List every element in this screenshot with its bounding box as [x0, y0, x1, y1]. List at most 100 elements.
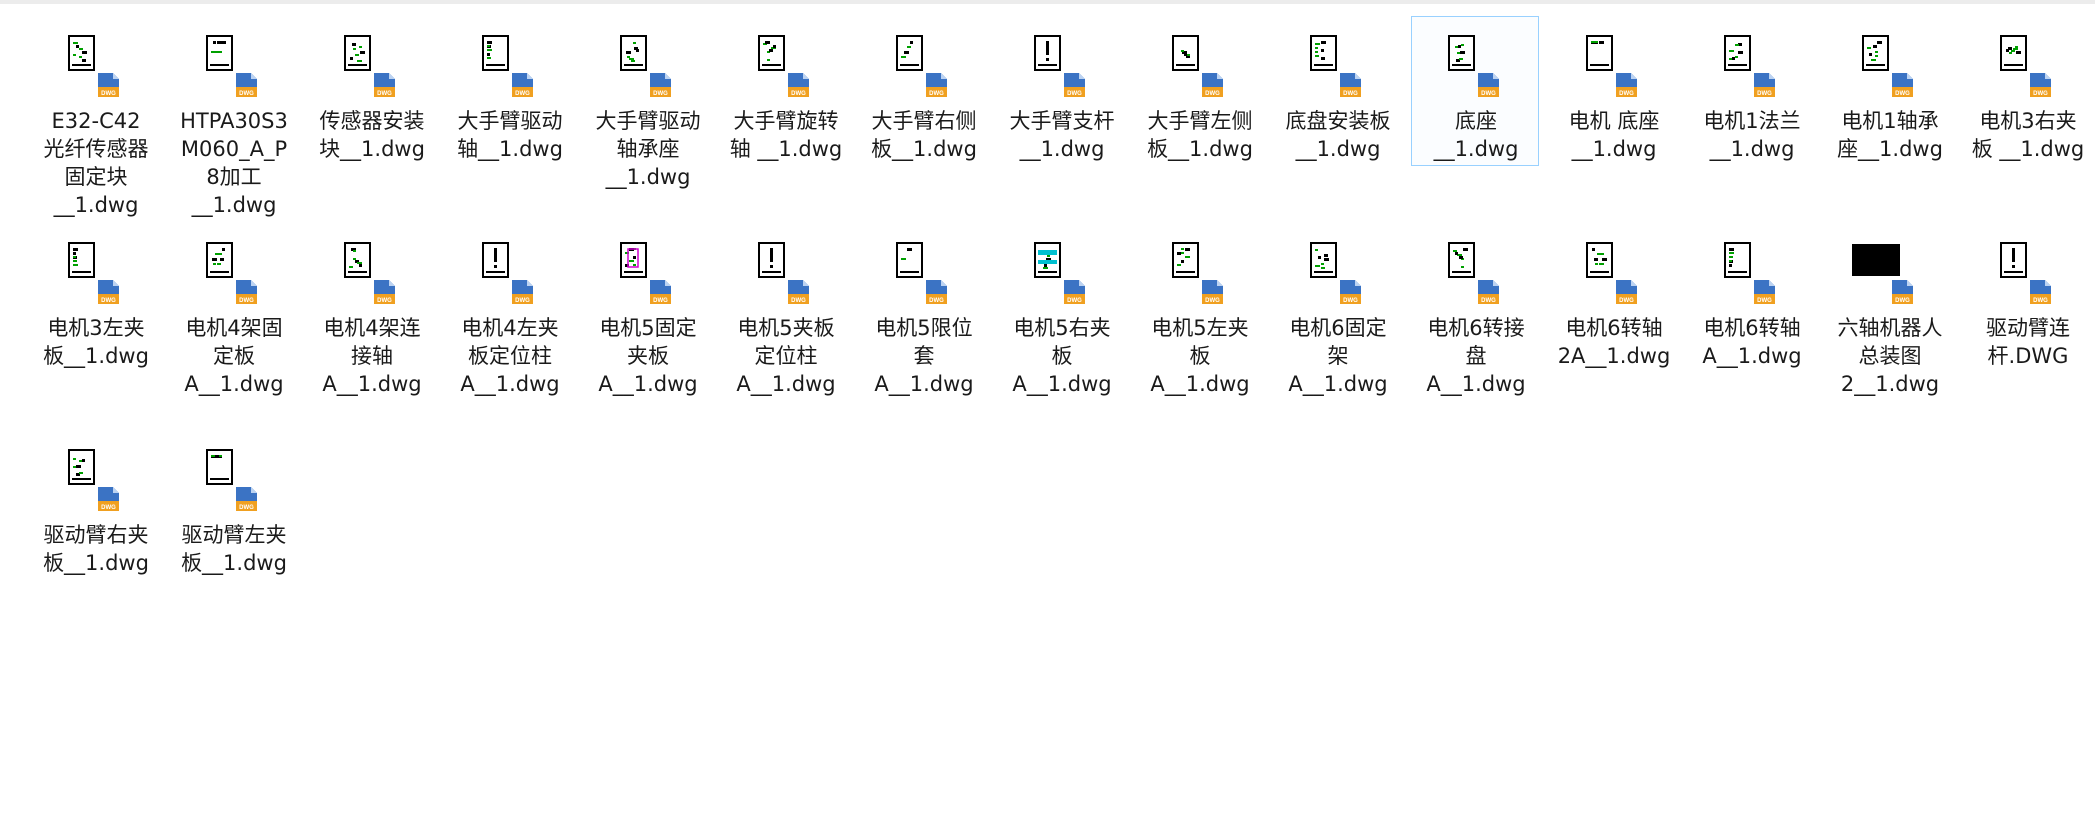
file-item[interactable]: DWG 电机5右夹 板 A__1.dwg	[997, 223, 1125, 396]
drawing-thumbnail	[620, 242, 647, 278]
drawing-preview-icon	[900, 41, 919, 66]
drawing-thumbnail	[620, 35, 647, 71]
file-item[interactable]: DWG 电机4左夹 板定位柱 A__1.dwg	[445, 223, 573, 396]
drawing-preview-icon	[348, 43, 367, 66]
file-item[interactable]: DWG 大手臂左侧 板__1.dwg	[1135, 16, 1263, 166]
file-item[interactable]: DWG 电机6转接 盘 A__1.dwg	[1411, 223, 1539, 396]
file-item[interactable]: DWG 电机4架固 定板 A__1.dwg	[169, 223, 297, 396]
file-name-label: 大手臂驱动 轴__1.dwg	[457, 109, 563, 161]
file-item[interactable]: DWG 电机5左夹 板 A__1.dwg	[1135, 223, 1263, 396]
file-item[interactable]: DWG 电机1轴承 座__1.dwg	[1825, 16, 1953, 166]
file-name-label: 传感器安装 块__1.dwg	[319, 109, 425, 161]
file-name-label: 电机6转接 盘 A__1.dwg	[1426, 316, 1526, 396]
svg-text:DWG: DWG	[515, 91, 530, 97]
file-name-label: 电机5固定 夹板 A__1.dwg	[598, 316, 698, 396]
drawing-preview-icon	[210, 455, 229, 480]
file-item[interactable]: DWG 电机5限位 套 A__1.dwg	[859, 223, 987, 396]
file-item[interactable]: DWG 六轴机器人 总装图 2__1.dwg	[1825, 223, 1953, 396]
file-item[interactable]: DWG 底座 __1.dwg	[1411, 16, 1539, 166]
file-item[interactable]: DWG 大手臂旋转 轴 __1.dwg	[721, 16, 849, 166]
drawing-thumbnail	[758, 242, 785, 278]
svg-text:DWG: DWG	[1619, 91, 1634, 97]
drawing-thumbnail	[1724, 242, 1751, 278]
file-item[interactable]: DWG 驱动臂左夹 板__1.dwg	[169, 430, 297, 580]
drawing-thumbnail	[1034, 242, 1061, 278]
file-item[interactable]: DWG 电机6转轴 A__1.dwg	[1687, 223, 1815, 373]
drawing-thumbnail	[344, 242, 371, 278]
dwg-file-icon: DWG	[1616, 280, 1637, 304]
svg-text:DWG: DWG	[2033, 298, 2048, 304]
drawing-preview-icon	[624, 248, 643, 273]
drawing-thumbnail	[1172, 242, 1199, 278]
file-name-label: 六轴机器人 总装图 2__1.dwg	[1837, 316, 1943, 396]
svg-text:DWG: DWG	[377, 91, 392, 97]
file-item[interactable]: DWG HTPA30S3 M060_A_P 8加工 __1.dwg	[169, 16, 297, 217]
drawing-preview-icon	[72, 248, 91, 273]
svg-text:DWG: DWG	[239, 298, 254, 304]
svg-text:DWG: DWG	[929, 298, 944, 304]
drawing-thumbnail	[1310, 242, 1337, 278]
svg-text:DWG: DWG	[653, 298, 668, 304]
file-item[interactable]: DWG 大手臂右侧 板__1.dwg	[859, 16, 987, 166]
file-item[interactable]: DWG 大手臂驱动 轴承座 __1.dwg	[583, 16, 711, 189]
svg-text:DWG: DWG	[1067, 91, 1082, 97]
file-item[interactable]: DWG 电机4架连 接轴 A__1.dwg	[307, 223, 435, 396]
dwg-file-icon: DWG	[374, 280, 395, 304]
file-name-label: 大手臂支杆 __1.dwg	[1009, 109, 1115, 161]
file-item[interactable]: DWG 电机3右夹 板 __1.dwg	[1963, 16, 2091, 166]
dwg-file-icon: DWG	[1892, 73, 1913, 97]
drawing-preview-icon	[1866, 41, 1885, 66]
file-item[interactable]: DWG 电机3左夹 板__1.dwg	[31, 223, 159, 373]
svg-text:DWG: DWG	[653, 91, 668, 97]
file-item[interactable]: DWG 电机1法兰 __1.dwg	[1687, 16, 1815, 166]
file-item[interactable]: DWG 传感器安装 块__1.dwg	[307, 16, 435, 166]
dwg-file-icon: DWG	[1754, 73, 1775, 97]
drawing-thumbnail	[1586, 242, 1613, 278]
file-name-label: HTPA30S3 M060_A_P 8加工 __1.dwg	[180, 109, 288, 217]
drawing-preview-icon	[72, 42, 91, 66]
drawing-thumbnail	[68, 35, 95, 71]
svg-text:DWG: DWG	[239, 91, 254, 97]
file-item[interactable]: DWG 电机5夹板 定位柱 A__1.dwg	[721, 223, 849, 396]
file-item[interactable]: DWG 驱动臂右夹 板__1.dwg	[31, 430, 159, 580]
drawing-thumbnail	[1034, 35, 1061, 71]
file-item[interactable]: DWG 底盘安装板 __1.dwg	[1273, 16, 1401, 166]
drawing-thumbnail	[1724, 35, 1751, 71]
file-item[interactable]: DWG 驱动臂连 杆.DWG	[1963, 223, 2091, 373]
svg-text:DWG: DWG	[1481, 298, 1496, 304]
file-item[interactable]: DWG 电机 底座 __1.dwg	[1549, 16, 1677, 166]
dwg-file-icon: DWG	[1478, 73, 1499, 97]
file-item[interactable]: DWG E32-C42 光纤传感器 固定块 __1.dwg	[31, 16, 159, 217]
dwg-file-icon: DWG	[650, 280, 671, 304]
svg-text:DWG: DWG	[1343, 298, 1358, 304]
drawing-thumbnail	[2000, 35, 2027, 71]
file-item[interactable]: DWG 电机6转轴 2A__1.dwg	[1549, 223, 1677, 373]
drawing-preview-icon	[1176, 50, 1195, 66]
drawing-preview-icon	[1038, 41, 1057, 66]
dwg-file-icon: DWG	[1478, 280, 1499, 304]
file-name-label: 电机6固定 架 A__1.dwg	[1288, 316, 1388, 396]
file-name-label: 电机 底座 __1.dwg	[1568, 109, 1660, 161]
drawing-thumbnail	[1448, 242, 1475, 278]
dwg-file-icon: DWG	[512, 280, 533, 304]
drawing-preview-icon	[210, 248, 229, 273]
dwg-file-icon: DWG	[512, 73, 533, 97]
file-name-label: 大手臂驱动 轴承座 __1.dwg	[595, 109, 701, 189]
dwg-file-icon: DWG	[788, 280, 809, 304]
drawing-thumbnail	[2000, 242, 2027, 278]
file-item[interactable]: DWG 电机6固定 架 A__1.dwg	[1273, 223, 1401, 396]
file-item[interactable]: DWG 大手臂支杆 __1.dwg	[997, 16, 1125, 166]
dwg-file-icon: DWG	[98, 487, 119, 511]
dwg-file-icon: DWG	[98, 73, 119, 97]
file-item[interactable]: DWG 大手臂驱动 轴__1.dwg	[445, 16, 573, 166]
svg-text:DWG: DWG	[101, 298, 116, 304]
svg-text:DWG: DWG	[515, 298, 530, 304]
file-item[interactable]: DWG 电机5固定 夹板 A__1.dwg	[583, 223, 711, 396]
file-name-label: 驱动臂左夹 板__1.dwg	[181, 523, 287, 575]
file-name-label: 电机6转轴 A__1.dwg	[1702, 316, 1802, 368]
dwg-file-icon: DWG	[374, 73, 395, 97]
drawing-thumbnail	[896, 35, 923, 71]
file-name-label: 电机3左夹 板__1.dwg	[43, 316, 149, 368]
drawing-thumbnail	[1448, 35, 1475, 71]
file-name-label: 电机4架固 定板 A__1.dwg	[184, 316, 284, 396]
